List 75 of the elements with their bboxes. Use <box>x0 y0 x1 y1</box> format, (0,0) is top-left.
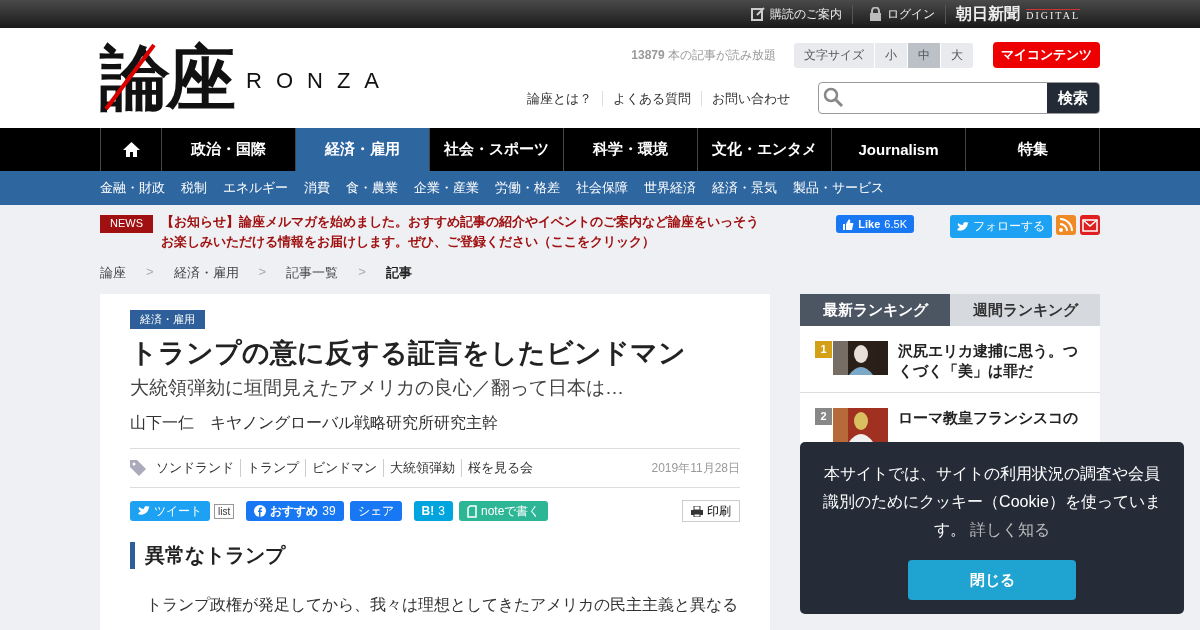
top-link[interactable]: 購読のご案内 <box>745 4 854 24</box>
tag-link[interactable]: 大統領弾劾 <box>383 459 461 477</box>
header-link[interactable]: お問い合わせ <box>701 90 800 106</box>
breadcrumb-link[interactable]: 記事 <box>385 264 412 282</box>
list-count[interactable]: list <box>214 503 235 519</box>
thumb-icon <box>843 218 855 230</box>
search-icon <box>823 87 845 109</box>
subnav-link[interactable]: 金融・財政 <box>100 179 165 197</box>
home-icon <box>122 142 140 157</box>
font-size-option[interactable]: 中 <box>907 42 940 68</box>
subnav-link[interactable]: 経済・景気 <box>712 179 777 197</box>
facebook-icon <box>254 505 267 517</box>
share-button[interactable]: シェア <box>349 501 402 521</box>
top-link[interactable]: ログイン <box>863 4 947 24</box>
site-logo-sub: RONZA <box>246 68 393 94</box>
my-contents-button[interactable]: マイコンテンツ <box>993 42 1100 68</box>
breadcrumb-separator: > <box>358 264 366 281</box>
article-count: 13879 本の記事が読み放題 <box>631 46 776 64</box>
subnav-link[interactable]: 食・農業 <box>346 179 398 197</box>
bird-icon <box>138 506 150 516</box>
subnav-link[interactable]: 世界経済 <box>644 179 696 197</box>
breadcrumb-link[interactable]: 論座 <box>100 264 126 282</box>
ranking-title: 沢尻エリカ逮捕に思う。つくづく「美」は罪だ <box>898 341 1079 377</box>
subnav-link[interactable]: 消費 <box>304 179 330 197</box>
subnav-link[interactable]: 製品・サービス <box>793 179 884 197</box>
article-body: トランプ政権が発足してから、我々は理想としてきたアメリカの民主主義と異なる <box>145 595 739 615</box>
news-badge: NEWS <box>100 215 153 233</box>
subnav-link[interactable]: 社会保障 <box>576 179 628 197</box>
news-text[interactable]: 【お知らせ】論座メルマガを始めました。おすすめ記事の紹介やイベントのご案内など論座をいっそうお楽しみいただける情報をお届けします。ぜひ、ご登録ください（ここをクリック） <box>161 212 770 252</box>
breadcrumb-separator: > <box>258 264 267 281</box>
print-button[interactable]: 印刷 <box>682 500 740 522</box>
ranking-title: ローマ教皇フランシスコの <box>898 408 1078 428</box>
breadcrumb-link[interactable]: 経済・雇用 <box>173 264 239 282</box>
learn-more-link[interactable]: 詳しく知る <box>970 521 1051 538</box>
ranking-tab[interactable]: 週間ランキング <box>950 294 1100 326</box>
bird-icon <box>957 221 969 232</box>
breadcrumb-link[interactable]: 記事一覧 <box>286 264 339 282</box>
rank-badge: 2 <box>815 408 832 425</box>
search-button[interactable]: 検索 <box>1047 83 1099 113</box>
section-heading: 異常なトランプ <box>130 542 740 569</box>
subnav-link[interactable]: 税制 <box>181 179 207 197</box>
printer-icon <box>691 505 703 517</box>
subnav-link[interactable]: 労働・格差 <box>495 179 560 197</box>
font-size-option[interactable]: 大 <box>940 42 973 68</box>
edit-icon <box>751 7 766 21</box>
font-size-label: 文字サイズ <box>803 46 865 64</box>
tag-link[interactable]: 桜を見る会 <box>461 459 539 477</box>
mail-icon[interactable] <box>1080 215 1100 235</box>
tag-link[interactable]: ビンドマン <box>305 459 383 477</box>
subnav-link[interactable]: エネルギー <box>223 179 288 197</box>
lock-icon <box>869 7 883 21</box>
header-link[interactable]: よくある質問 <box>602 90 701 106</box>
brand-logo: 朝日新聞 <box>956 3 1021 25</box>
brand-sub: DIGITAL <box>1026 8 1080 21</box>
ranking-tab[interactable]: 最新ランキング <box>800 294 950 326</box>
article-subtitle: 大統領弾劾に垣間見えたアメリカの良心／翻って日本は… <box>130 376 625 400</box>
recommend-button[interactable]: おすすめ 39 <box>246 501 344 521</box>
category-label[interactable]: 経済・雇用 <box>130 310 205 329</box>
article-date: 2019年11月28日 <box>651 459 740 477</box>
tag-icon <box>130 460 146 476</box>
like-button[interactable]: Like 6.5K <box>836 215 914 233</box>
cookie-text: 本サイトでは、サイトの利用状況の調査や会員識別のためにクッキー（Cookie）を使っています。 詳しく知る <box>822 464 1162 540</box>
tag-link[interactable]: ソンドランド <box>150 459 240 477</box>
ranking-item[interactable]: 1 沢尻エリカ逮捕に思う。つくづく「美」は罪だ <box>800 326 1100 393</box>
author-line: 山下一仁 キヤノングローバル戦略研究所研究主幹 <box>130 413 499 433</box>
breadcrumb-separator: > <box>146 264 154 281</box>
header-link[interactable]: 論座とは？ <box>517 90 602 106</box>
note-icon <box>466 504 477 518</box>
article-title: トランプの意に反する証言をしたビンドマン <box>130 337 687 370</box>
tag-link[interactable]: トランプ <box>240 459 305 477</box>
search-field[interactable]: 検索 <box>818 82 1100 114</box>
rank-badge: 1 <box>815 341 832 358</box>
nav-tab[interactable]: 経済・雇用 <box>295 128 429 171</box>
rss-icon[interactable] <box>1056 215 1076 235</box>
subnav-link[interactable]: 企業・産業 <box>414 179 479 197</box>
